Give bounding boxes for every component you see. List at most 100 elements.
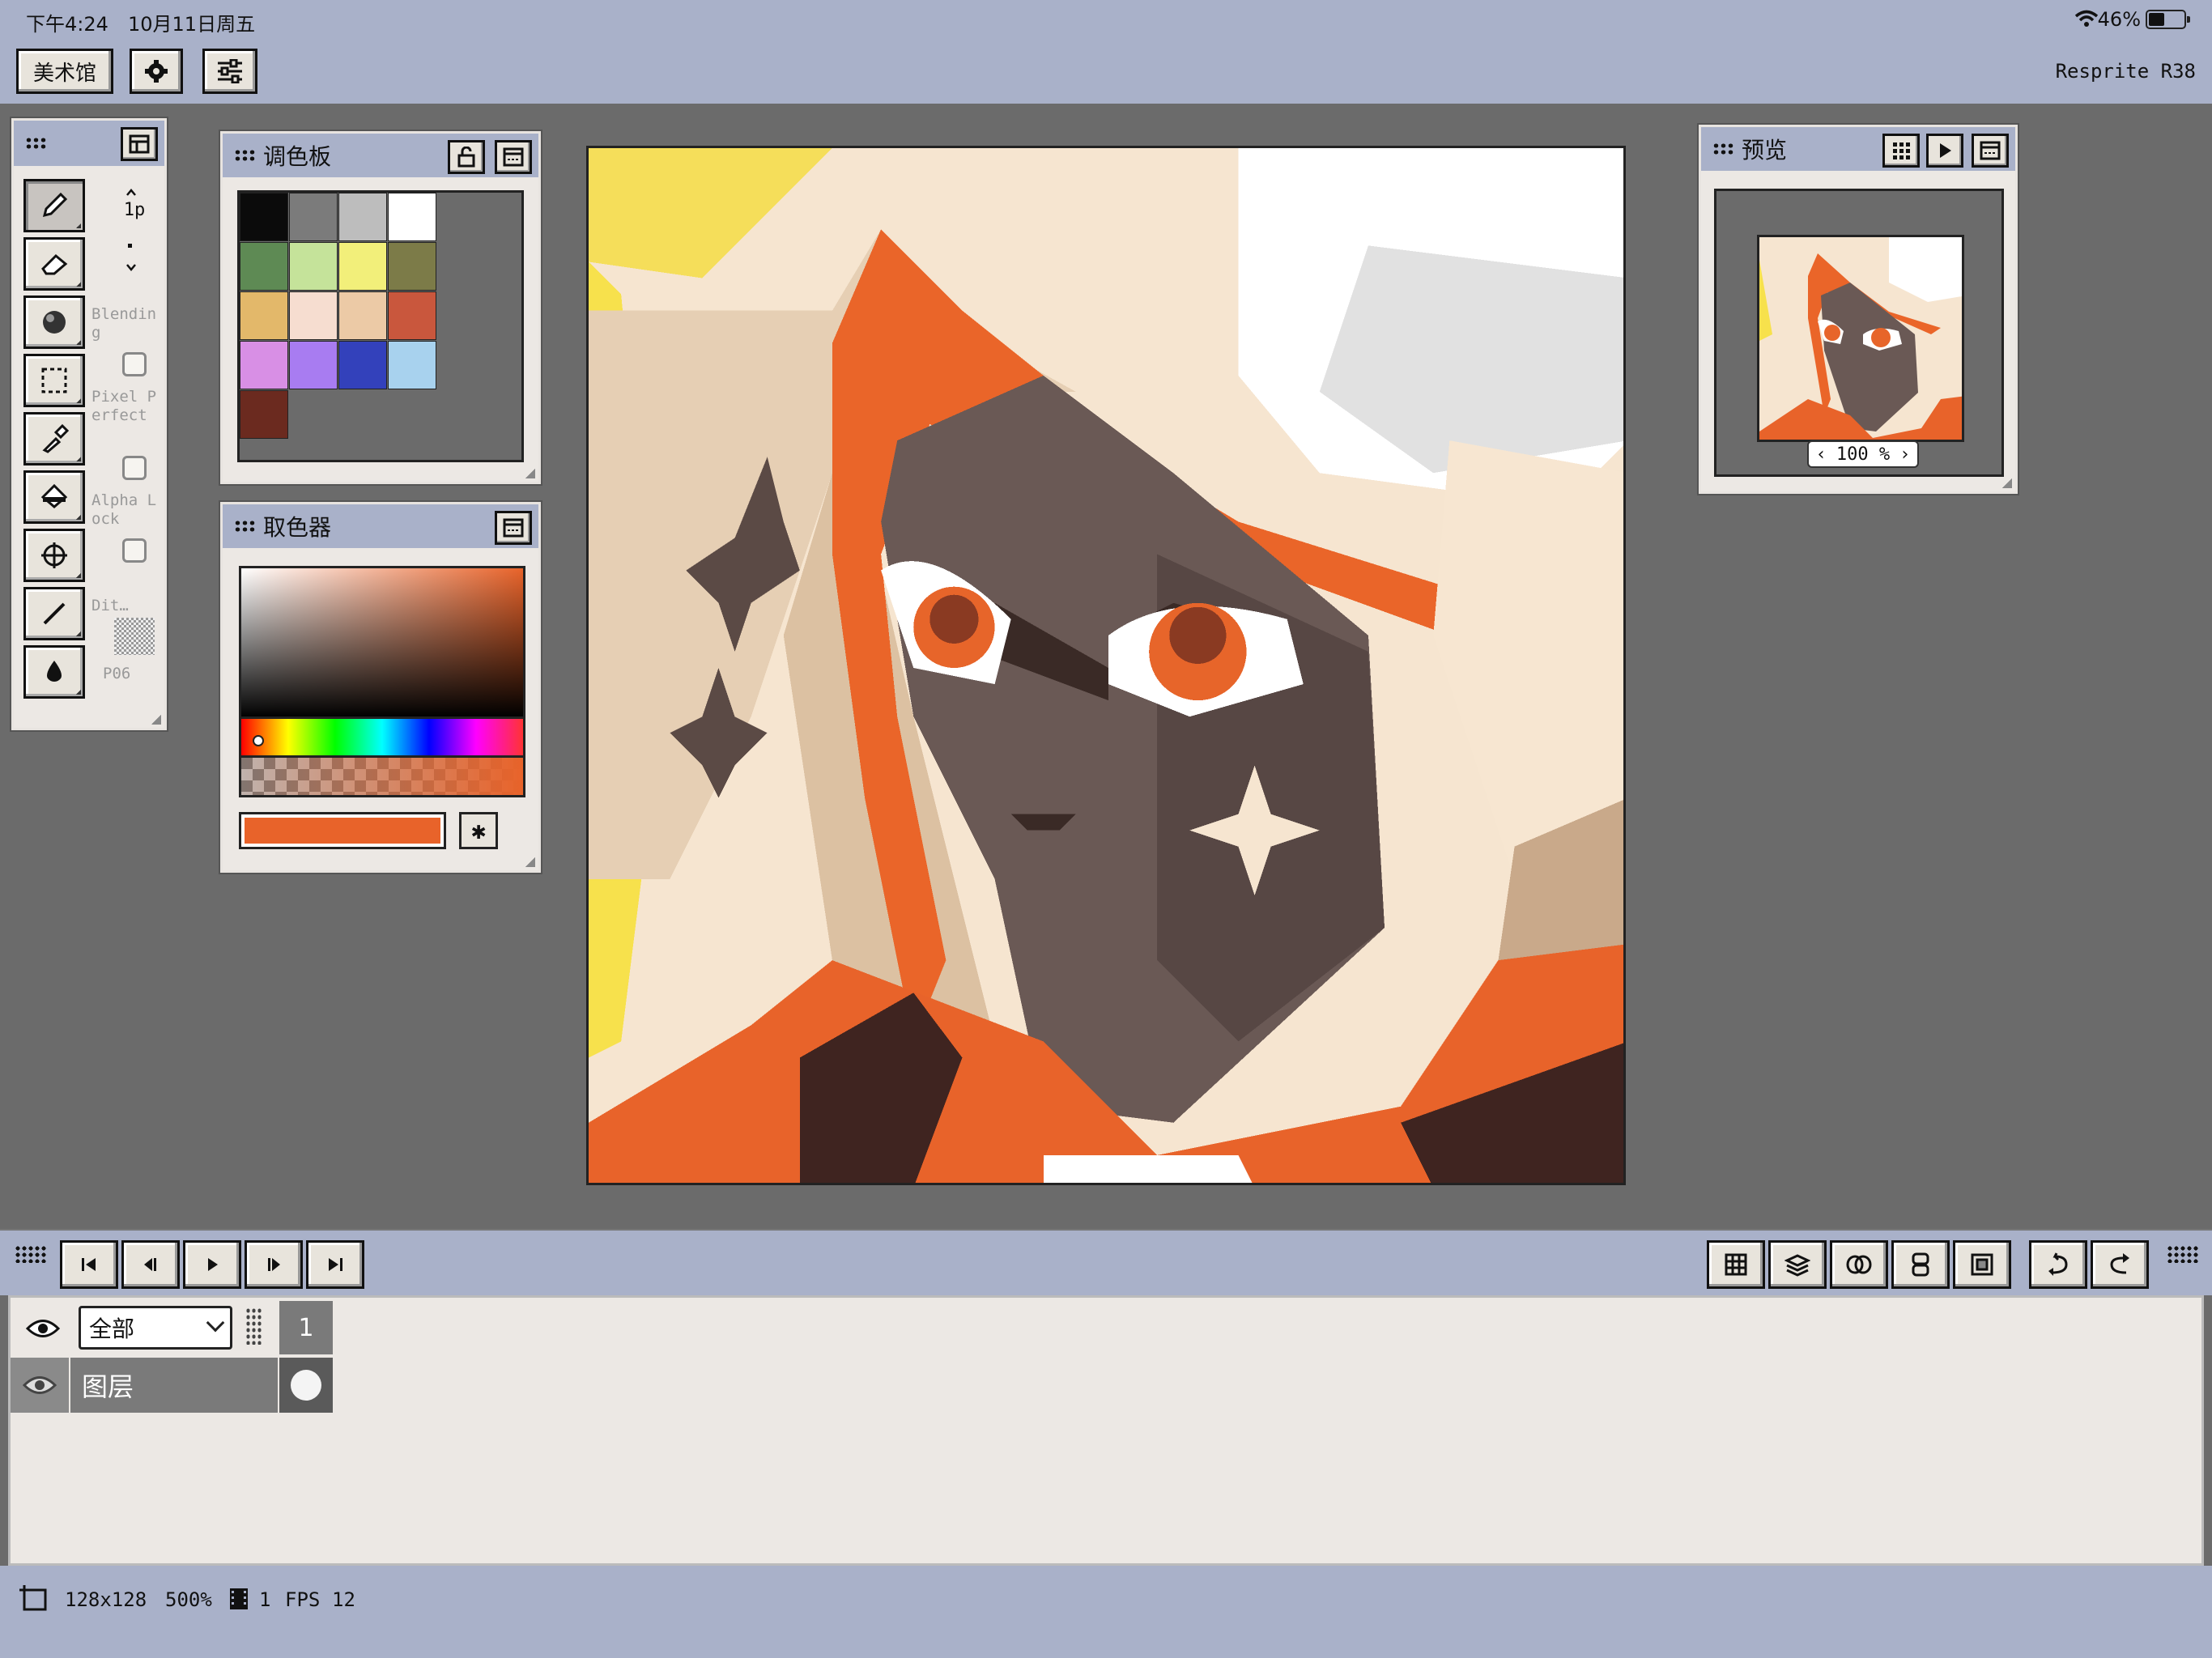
move-tool[interactable] xyxy=(23,529,85,582)
brush-size-value: 1p xyxy=(123,200,146,220)
hue-slider-knob[interactable] xyxy=(253,735,264,746)
hue-slider[interactable] xyxy=(239,716,525,759)
selection-tool[interactable] xyxy=(23,354,85,407)
panel-layout-button[interactable] xyxy=(121,127,158,161)
play-button[interactable] xyxy=(183,1240,241,1289)
first-frame-button[interactable] xyxy=(60,1240,118,1289)
alpha-lock-checkbox[interactable] xyxy=(122,538,147,563)
palette-swatch[interactable] xyxy=(240,341,288,389)
dither-pattern-swatch[interactable] xyxy=(114,618,155,655)
blending-label: Blending xyxy=(91,305,157,342)
resize-handle[interactable] xyxy=(525,857,535,867)
size-up-icon[interactable] xyxy=(125,187,137,198)
palette-swatch[interactable] xyxy=(338,193,387,241)
undo-button[interactable] xyxy=(2029,1240,2087,1289)
ink-tool[interactable] xyxy=(23,645,85,699)
drag-grip-icon[interactable] xyxy=(234,520,257,533)
color-picker-menu-button[interactable] xyxy=(495,511,532,545)
layers-button[interactable] xyxy=(1768,1240,1827,1289)
palette-swatch[interactable] xyxy=(388,193,436,241)
drag-grip-icon[interactable] xyxy=(1712,142,1735,155)
shading-tool[interactable] xyxy=(23,295,85,349)
canvas-size-icon[interactable] xyxy=(18,1584,50,1614)
palette-swatch[interactable] xyxy=(338,242,387,291)
color-code-button[interactable]: ✱ xyxy=(459,812,498,849)
preview-header[interactable]: 预览 xyxy=(1701,127,2015,171)
palette-swatch[interactable] xyxy=(240,193,288,241)
preview-zoom-control[interactable]: ‹ 100 % › xyxy=(1807,440,1919,468)
palette-lock-button[interactable] xyxy=(448,140,485,174)
resize-handle[interactable] xyxy=(525,469,535,478)
drawing-canvas[interactable] xyxy=(586,146,1626,1185)
eraser-tool[interactable] xyxy=(23,237,85,291)
palette-swatch[interactable] xyxy=(388,242,436,291)
frame-filter-select[interactable]: 全部 xyxy=(79,1306,232,1350)
resize-handle[interactable] xyxy=(151,715,161,725)
pencil-tool[interactable] xyxy=(23,179,85,232)
line-tool[interactable] xyxy=(23,587,85,640)
last-frame-icon xyxy=(329,1258,342,1271)
layer-name[interactable]: 图层 xyxy=(70,1358,278,1413)
layer-row[interactable]: 图层 xyxy=(11,1358,333,1413)
first-frame-icon xyxy=(82,1258,96,1271)
palette-swatch[interactable] xyxy=(388,341,436,389)
move-icon xyxy=(41,542,67,568)
color-picker-header[interactable]: 取色器 xyxy=(223,504,538,548)
top-bar: 下午4:24 10月11日周五 46% 美术馆 Resprite R38 xyxy=(0,0,2212,104)
blending-checkbox[interactable] xyxy=(122,352,147,376)
next-frame-button[interactable] xyxy=(245,1240,303,1289)
pixel-perfect-checkbox[interactable] xyxy=(122,456,147,480)
drag-grip-icon[interactable] xyxy=(15,1245,47,1263)
alpha-slider[interactable] xyxy=(239,755,525,797)
panel-layout-icon xyxy=(129,134,150,154)
palette-menu-button[interactable] xyxy=(495,140,532,174)
prev-frame-button[interactable] xyxy=(121,1240,180,1289)
palette-swatch[interactable] xyxy=(338,341,387,389)
dither-label: Dit… xyxy=(91,597,129,614)
palette-swatch[interactable] xyxy=(240,291,288,340)
next-frame-icon xyxy=(268,1258,280,1271)
grid-button[interactable] xyxy=(1707,1240,1765,1289)
palette-swatch[interactable] xyxy=(388,291,436,340)
palette-swatch[interactable] xyxy=(240,242,288,291)
preview-thumbnail[interactable] xyxy=(1757,235,1964,442)
palette-swatch[interactable] xyxy=(289,193,338,241)
eyedropper-tool[interactable] xyxy=(23,412,85,466)
drag-grip-icon[interactable] xyxy=(245,1307,263,1345)
redo-button[interactable] xyxy=(2091,1240,2149,1289)
onion-skin-button[interactable] xyxy=(1830,1240,1888,1289)
window-menu-icon xyxy=(503,147,524,167)
frame-link-button[interactable] xyxy=(1891,1240,1950,1289)
toggle-all-visibility[interactable] xyxy=(15,1301,70,1356)
frame-number-1[interactable]: 1 xyxy=(279,1301,333,1354)
fps-value[interactable]: 12 xyxy=(332,1588,355,1611)
drag-grip-icon[interactable] xyxy=(25,137,48,150)
layer-cel[interactable] xyxy=(279,1358,333,1413)
layer-visibility-toggle[interactable] xyxy=(11,1358,69,1413)
drag-grip-icon[interactable] xyxy=(234,149,257,162)
tools-panel-header[interactable] xyxy=(14,121,164,166)
last-frame-button[interactable] xyxy=(306,1240,364,1289)
preview-menu-button[interactable] xyxy=(1972,134,2009,168)
palette-swatch[interactable] xyxy=(289,291,338,340)
palette-swatch[interactable] xyxy=(289,341,338,389)
palette-header[interactable]: 调色板 xyxy=(223,134,538,177)
preview-grid-button[interactable] xyxy=(1882,134,1920,168)
palette-swatch[interactable] xyxy=(289,242,338,291)
settings-button[interactable] xyxy=(130,49,183,94)
fill-tool[interactable] xyxy=(23,470,85,524)
size-down-icon[interactable] xyxy=(125,261,137,273)
drag-grip-icon[interactable] xyxy=(2167,1245,2199,1263)
current-color-swatch[interactable] xyxy=(239,812,446,849)
gallery-button[interactable]: 美术馆 xyxy=(16,49,113,94)
preview-play-button[interactable] xyxy=(1926,134,1963,168)
crop-button[interactable] xyxy=(1953,1240,2011,1289)
resize-handle[interactable] xyxy=(2002,478,2012,488)
saturation-value-square[interactable] xyxy=(239,566,525,720)
palette-swatch[interactable] xyxy=(240,390,288,439)
crop-icon xyxy=(1971,1253,1993,1276)
zoom-out-icon[interactable]: ‹ xyxy=(1816,444,1827,465)
zoom-in-icon[interactable]: › xyxy=(1899,444,1910,465)
palette-swatch[interactable] xyxy=(338,291,387,340)
adjust-button[interactable] xyxy=(202,49,257,94)
